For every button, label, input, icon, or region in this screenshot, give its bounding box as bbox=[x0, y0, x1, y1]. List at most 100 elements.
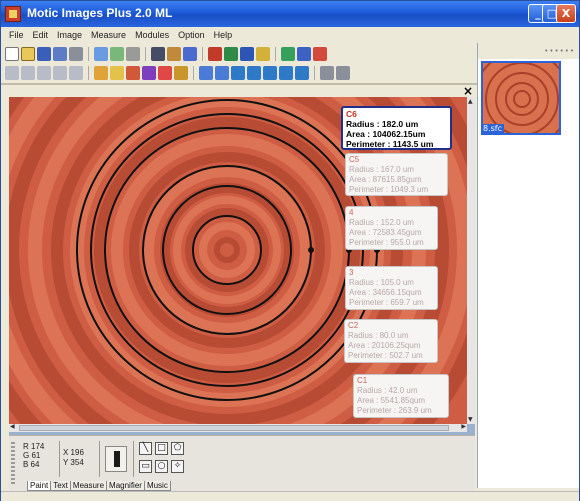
panel-grip-icon[interactable]: •••••• bbox=[544, 47, 575, 55]
scrollbar-thumb[interactable] bbox=[19, 425, 449, 431]
menu-help[interactable]: Help bbox=[214, 30, 233, 40]
rectangle-tool-icon[interactable]: □ bbox=[155, 442, 168, 455]
zoom-in-icon[interactable] bbox=[199, 66, 213, 80]
capture-icon[interactable] bbox=[94, 47, 108, 61]
green-value: G 61 bbox=[23, 451, 41, 460]
tab-text[interactable]: Text bbox=[50, 481, 71, 491]
globe-icon[interactable] bbox=[297, 47, 311, 61]
tab-paint[interactable]: Paint bbox=[27, 481, 52, 491]
copy-icon[interactable] bbox=[53, 66, 67, 80]
scroll-left-icon[interactable]: ◀ bbox=[10, 423, 15, 430]
report-icon[interactable] bbox=[183, 47, 197, 61]
status-bar bbox=[1, 491, 579, 501]
window-title: Motic Images Plus 2.0 ML bbox=[27, 6, 173, 20]
new-file-icon[interactable] bbox=[5, 47, 19, 61]
fit-icon[interactable] bbox=[231, 66, 245, 80]
app-logo-icon bbox=[5, 6, 21, 22]
toolbar-separator bbox=[275, 47, 276, 61]
panel-grip-icon[interactable] bbox=[11, 442, 15, 484]
zoom-out-icon[interactable] bbox=[215, 66, 229, 80]
wrench-icon[interactable] bbox=[320, 66, 334, 80]
red-value: R 174 bbox=[23, 442, 45, 451]
line-tool-icon[interactable]: ╲ bbox=[139, 442, 152, 455]
y-coordinate: Y 354 bbox=[63, 458, 84, 467]
tools-icon[interactable] bbox=[167, 47, 181, 61]
run-icon[interactable] bbox=[313, 47, 327, 61]
toolbar-separator bbox=[88, 66, 89, 80]
toolbar-separator bbox=[88, 47, 89, 61]
document-window: × C6 Radius: 182.0 um Area: 104062.15u… bbox=[9, 84, 475, 435]
annotation-c3[interactable]: 3 Radius : 105.0 um Area : 34656.15qum P… bbox=[345, 266, 438, 310]
display-icon[interactable] bbox=[151, 47, 165, 61]
scroll-right-icon[interactable]: ▶ bbox=[461, 423, 466, 430]
vertical-scrollbar[interactable]: ▲ ▼ bbox=[467, 97, 475, 424]
undo-icon[interactable] bbox=[5, 66, 19, 80]
enhance-icon[interactable] bbox=[126, 66, 140, 80]
scroll-up-icon[interactable]: ▲ bbox=[468, 98, 473, 105]
grid-icon[interactable] bbox=[224, 47, 238, 61]
coordinate-readout: X 196 Y 354 bbox=[63, 448, 84, 468]
flip-icon[interactable] bbox=[295, 66, 309, 80]
filter-icon[interactable] bbox=[110, 66, 124, 80]
annotation-c4[interactable]: 4 Radius : 152.0 um Area : 72583.45gum P… bbox=[345, 206, 438, 250]
save-as-icon[interactable] bbox=[53, 47, 67, 61]
adjust-icon[interactable] bbox=[94, 66, 108, 80]
app-window: Motic Images Plus 2.0 ML _ □ X File Edit… bbox=[0, 0, 580, 501]
save-icon[interactable] bbox=[37, 47, 51, 61]
heart-icon[interactable] bbox=[158, 66, 172, 80]
thumbnail-panel: •••••• 8.sfc bbox=[477, 43, 579, 488]
pan-icon[interactable] bbox=[263, 66, 277, 80]
freehand-tool-icon[interactable]: ✧ bbox=[171, 460, 184, 473]
close-button[interactable]: X bbox=[556, 4, 576, 23]
open-folder-icon[interactable] bbox=[21, 47, 35, 61]
rotate-icon[interactable] bbox=[279, 66, 293, 80]
scroll-down-icon[interactable]: ▼ bbox=[468, 416, 473, 423]
contrast-icon[interactable] bbox=[256, 47, 270, 61]
calibration-icon[interactable] bbox=[281, 47, 295, 61]
tool-panel: R 174 G 61 B 64 X 196 Y 354 ╲ □ ⬠ ▭ ○ ✧ … bbox=[9, 435, 475, 491]
options-icon[interactable] bbox=[336, 66, 350, 80]
actual-size-icon[interactable] bbox=[247, 66, 261, 80]
print-icon[interactable] bbox=[126, 47, 140, 61]
settings-icon[interactable] bbox=[69, 47, 83, 61]
tab-measure[interactable]: Measure bbox=[69, 481, 108, 491]
menu-image[interactable]: Image bbox=[57, 30, 82, 40]
ellipse-tool-icon[interactable]: ○ bbox=[155, 460, 168, 473]
rounded-rect-tool-icon[interactable]: ▭ bbox=[139, 460, 152, 473]
thumbnail-panel-header: •••••• bbox=[478, 43, 579, 59]
cut-icon[interactable] bbox=[37, 66, 51, 80]
annotation-c6[interactable]: C6 Radius : 182.0 um Area : 104062.15um … bbox=[341, 106, 452, 150]
close-document-icon[interactable]: × bbox=[463, 84, 473, 98]
redo-icon[interactable] bbox=[21, 66, 35, 80]
x-coordinate: X 196 bbox=[63, 448, 84, 457]
circle-handle[interactable] bbox=[308, 247, 314, 253]
divider bbox=[59, 441, 60, 477]
menu-modules[interactable]: Modules bbox=[135, 30, 169, 40]
annotation-c5[interactable]: C5 Radius : 167.0 um Area : 87615.85gum … bbox=[345, 153, 448, 196]
tab-music[interactable]: Music bbox=[143, 481, 171, 491]
divider bbox=[133, 441, 134, 477]
menu-option[interactable]: Option bbox=[178, 30, 205, 40]
menu-edit[interactable]: Edit bbox=[33, 30, 49, 40]
annotation-c1[interactable]: C1 Radius : 42.0 um Area : 5541.85qum Pe… bbox=[353, 374, 449, 418]
main-toolbar bbox=[5, 45, 327, 63]
menu-measure[interactable]: Measure bbox=[91, 30, 126, 40]
image-toolbar bbox=[5, 64, 350, 82]
color-icon[interactable] bbox=[208, 47, 222, 61]
menu-file[interactable]: File bbox=[9, 30, 24, 40]
paste-icon[interactable] bbox=[69, 66, 83, 80]
annotation-c2[interactable]: C2 Radius : 80.0 um Area : 20106.25qum P… bbox=[344, 319, 438, 363]
thumbnail-label: 8.sfc bbox=[481, 124, 505, 133]
segment-icon[interactable] bbox=[142, 66, 156, 80]
camera-icon[interactable] bbox=[110, 47, 124, 61]
title-bar[interactable]: Motic Images Plus 2.0 ML _ □ X bbox=[1, 1, 579, 27]
polygon-tool-icon[interactable]: ⬠ bbox=[171, 442, 184, 455]
pointer-tool-button[interactable] bbox=[105, 446, 127, 472]
layers-icon[interactable] bbox=[240, 47, 254, 61]
toolbar-separator bbox=[314, 66, 315, 80]
horizontal-scrollbar[interactable]: ◀ ▶ bbox=[9, 423, 467, 432]
tab-magnifier[interactable]: Magnifier bbox=[106, 481, 145, 491]
document-header: × bbox=[9, 84, 475, 98]
mark-icon[interactable] bbox=[174, 66, 188, 80]
tool-tabs: Paint Text Measure Magnifier Music bbox=[27, 481, 171, 491]
